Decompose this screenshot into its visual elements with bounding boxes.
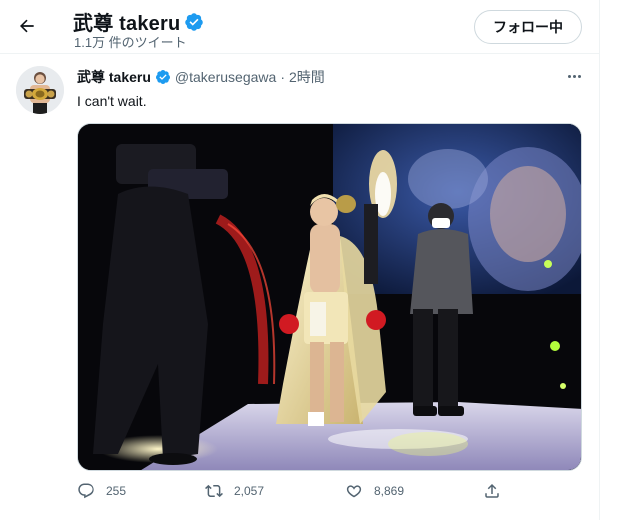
more-options-button[interactable]	[563, 68, 585, 84]
tweet-time[interactable]: 2時間	[289, 67, 325, 87]
verified-badge-icon	[184, 12, 204, 32]
timeline-column: 武尊 takeru 1.1万 件のツイート フォロー中 武尊 takeru @t…	[0, 0, 600, 520]
tweet-text: I can't wait.	[77, 93, 147, 109]
share-icon	[485, 483, 499, 498]
arrow-left-icon	[20, 19, 34, 33]
following-button[interactable]: フォロー中	[474, 10, 582, 44]
reply-icon	[78, 483, 94, 499]
back-button[interactable]	[10, 9, 44, 43]
author-name[interactable]: 武尊 takeru	[77, 67, 151, 87]
reply-count: 255	[106, 484, 127, 498]
retweet-count: 2,057	[234, 484, 265, 498]
tweet-count: 1.1万 件のツイート	[74, 35, 187, 50]
separator-dot: ·	[280, 69, 285, 85]
profile-header: 武尊 takeru 1.1万 件のツイート フォロー中	[0, 0, 600, 53]
avatar[interactable]	[16, 66, 64, 114]
share-button[interactable]	[483, 482, 501, 500]
fighter-entrance-photo	[78, 124, 581, 470]
retweet-button[interactable]: 2,057	[205, 482, 264, 500]
like-button[interactable]: 8,869	[345, 482, 404, 500]
heart-icon	[346, 485, 362, 498]
like-count: 8,869	[374, 484, 405, 498]
more-horizontal-icon	[567, 74, 571, 78]
tweet-actions: 255 2,057 8,869	[77, 482, 507, 508]
tweet-header: 武尊 takeru @takerusegawa · 2時間	[77, 67, 325, 87]
tweet-photo[interactable]	[77, 123, 582, 471]
header-divider	[0, 53, 600, 54]
reply-button[interactable]: 255	[77, 482, 126, 500]
author-handle[interactable]: @takerusegawa	[175, 69, 276, 85]
retweet-icon	[205, 484, 223, 498]
right-gutter	[600, 0, 626, 520]
avatar-image	[16, 66, 64, 114]
verified-badge-icon	[155, 69, 171, 85]
